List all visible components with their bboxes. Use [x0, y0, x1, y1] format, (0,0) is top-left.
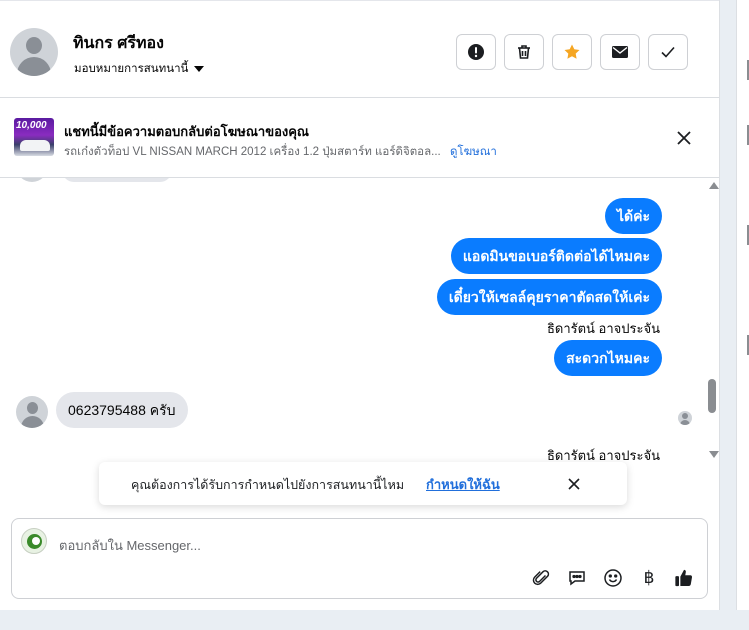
delete-button[interactable]: [504, 34, 544, 70]
caret-down-icon: [194, 66, 205, 72]
message-thread[interactable]: ได้ค่ะ แอดมินขอเบอร์ติดต่อได้ไหมคะ เดี๋ย…: [0, 178, 706, 464]
assign-label: มอบหมายการสนทนานี้: [74, 63, 189, 75]
conversation-header: ทินกร ศรีทอง มอบหมายการสนทนานี้: [0, 0, 719, 98]
seen-indicator-avatar: [678, 411, 692, 425]
sender-name: ธิดารัตน์ อาจประจัน: [546, 321, 660, 336]
exclamation-icon: [468, 44, 484, 60]
close-icon[interactable]: [566, 476, 582, 492]
ad-thumbnail[interactable]: 10,000: [14, 118, 54, 156]
emoji-button[interactable]: [603, 568, 623, 588]
conversation-panel: ทินกร ศรีทอง มอบหมายการสนทนานี้ 10,000 แ…: [0, 0, 720, 610]
contact-avatar[interactable]: [10, 28, 58, 76]
incoming-bubble-partial: [62, 178, 172, 182]
avatar: [16, 178, 48, 182]
right-sidebar-edge: [736, 0, 749, 610]
contact-name[interactable]: ทินกร ศรีทอง: [73, 31, 164, 56]
page-avatar: [21, 528, 47, 554]
reply-composer[interactable]: ตอบกลับใน Messenger... ฿: [11, 518, 708, 599]
ad-description: รถเก๋งตัวท็อป VL NISSAN MARCH 2012 เครื่…: [64, 146, 441, 158]
assign-to-me-link[interactable]: กำหนดให้ฉัน: [426, 474, 500, 495]
ad-description-row: รถเก๋งตัวท็อป VL NISSAN MARCH 2012 เครื่…: [64, 143, 497, 161]
reply-input[interactable]: ตอบกลับใน Messenger...: [59, 535, 201, 556]
assign-reminder-banner: คุณต้องการได้รับการกำหนดไปยังการสนทนานี้…: [99, 462, 627, 505]
assign-reminder-text: คุณต้องการได้รับการกำหนดไปยังการสนทนานี้…: [131, 478, 405, 492]
view-ad-link[interactable]: ดูโฆษณา: [450, 146, 497, 158]
star-button[interactable]: [552, 34, 592, 70]
thumbnail-text: 10,000: [16, 120, 47, 131]
envelope-icon: [612, 46, 628, 58]
message-scrollbar[interactable]: [706, 178, 719, 464]
scroll-up-arrow-icon[interactable]: [709, 182, 719, 189]
smiley-icon: [604, 569, 622, 587]
attach-button[interactable]: [531, 568, 551, 588]
saved-replies-button[interactable]: [567, 568, 587, 588]
outgoing-message[interactable]: ได้ค่ะ: [604, 198, 662, 234]
assign-dropdown[interactable]: มอบหมายการสนทนานี้: [74, 60, 205, 78]
mark-unread-button[interactable]: [600, 34, 640, 70]
mark-done-button[interactable]: [648, 34, 688, 70]
outgoing-message[interactable]: แอดมินขอเบอร์ติดต่อได้ไหมคะ: [450, 238, 662, 274]
outgoing-message[interactable]: สะดวกไหมคะ: [554, 340, 662, 376]
scroll-down-arrow-icon[interactable]: [709, 451, 719, 458]
thumbs-up-icon: [675, 569, 693, 587]
star-icon: [564, 44, 580, 59]
spam-button[interactable]: [456, 34, 496, 70]
baht-icon: ฿: [643, 568, 655, 587]
payment-button[interactable]: ฿: [639, 568, 659, 588]
contact-avatar-small[interactable]: [16, 396, 48, 428]
paperclip-icon: [532, 570, 550, 586]
close-icon[interactable]: [674, 128, 694, 148]
scroll-thumb[interactable]: [708, 379, 716, 413]
trash-icon: [518, 45, 530, 59]
like-button[interactable]: [674, 568, 694, 588]
checkmark-icon: [661, 46, 675, 58]
incoming-message[interactable]: 0623795488 ครับ: [56, 392, 188, 428]
outgoing-message[interactable]: เดี๋ยวให้เซลล์คุยราคาตัดสดให้เค่ะ: [436, 279, 662, 315]
chat-bubble-icon: [569, 571, 585, 586]
ad-reply-title: แชทนี้มีข้อความตอบกลับต่อโฆษณาของคุณ: [64, 124, 309, 139]
